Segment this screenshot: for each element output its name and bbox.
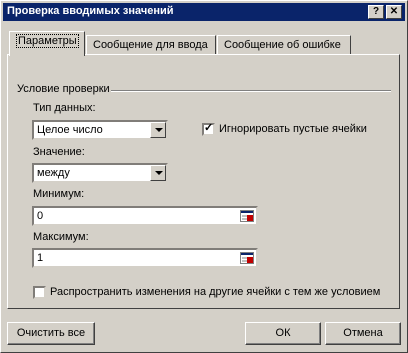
maximum-field[interactable]: 1	[32, 248, 258, 268]
operator-value: между	[37, 167, 70, 179]
clear-all-button[interactable]: Очистить все	[7, 322, 95, 345]
tab-input-message-label: Сообщение для ввода	[93, 39, 208, 51]
group-divider	[111, 90, 391, 92]
range-select-icon[interactable]	[240, 252, 254, 264]
checkmark-icon: ✓	[204, 122, 214, 134]
tab-input-message[interactable]: Сообщение для ввода	[86, 35, 216, 55]
maximum-value: 1	[37, 252, 44, 264]
minimum-label: Минимум:	[33, 188, 85, 200]
data-type-value: Целое число	[37, 124, 103, 136]
minimum-field[interactable]: 0	[32, 206, 258, 226]
help-button[interactable]: ?	[368, 5, 384, 19]
tab-parameters[interactable]: Параметры	[9, 31, 85, 56]
apply-all-checkbox[interactable]	[33, 286, 46, 299]
window-title: Проверка вводимых значений	[7, 5, 174, 17]
title-bar[interactable]: Проверка вводимых значений ? ✕	[3, 3, 405, 21]
data-type-label: Тип данных:	[33, 102, 96, 114]
apply-all-label: Распространить изменения на другие ячейк…	[50, 286, 381, 298]
tab-parameters-label: Параметры	[16, 34, 79, 48]
ignore-blank-checkbox[interactable]: ✓	[202, 122, 215, 136]
maximum-label: Максимум:	[33, 231, 89, 243]
range-select-icon[interactable]	[240, 210, 254, 222]
chevron-down-icon[interactable]	[150, 122, 166, 138]
minimum-value: 0	[37, 210, 44, 222]
ok-button[interactable]: ОК	[245, 322, 321, 345]
ignore-blank-label: Игнорировать пустые ячейки	[219, 123, 367, 135]
operator-select[interactable]: между	[32, 163, 168, 183]
tab-error-alert[interactable]: Сообщение об ошибке	[217, 35, 351, 55]
chevron-down-icon[interactable]	[150, 165, 166, 181]
cancel-button[interactable]: Отмена	[325, 322, 401, 345]
data-validation-dialog: Проверка вводимых значений ? ✕ Параметры…	[0, 0, 408, 353]
close-button[interactable]: ✕	[386, 5, 402, 19]
data-type-select[interactable]: Целое число	[32, 120, 168, 140]
group-title: Условие проверки	[17, 83, 110, 95]
operator-label: Значение:	[33, 146, 85, 158]
tab-error-alert-label: Сообщение об ошибке	[224, 39, 341, 51]
